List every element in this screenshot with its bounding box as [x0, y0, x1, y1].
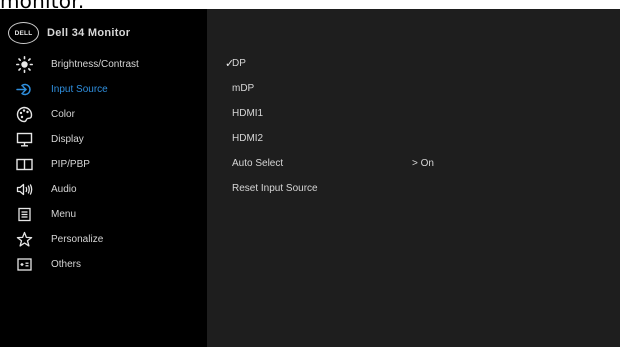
option-label: HDMI1 — [232, 107, 264, 119]
menu-item-label: Color — [51, 109, 75, 120]
option-label: mDP — [232, 82, 255, 94]
option-hdmi1[interactable]: HDMI1 — [207, 103, 620, 123]
brightness-icon — [16, 56, 33, 73]
option-mdp[interactable]: mDP — [207, 78, 620, 98]
menu-item-label: Input Source — [51, 84, 108, 95]
menu-item-input-source[interactable]: Input Source — [0, 77, 207, 102]
option-label: Reset Input Source — [232, 182, 318, 194]
osd-menu: Brightness/Contrast Input Source Color D… — [0, 52, 207, 277]
menu-item-label: Menu — [51, 209, 77, 220]
menu-item-pip-pbp[interactable]: PIP/PBP — [0, 152, 207, 177]
pip-pbp-icon — [16, 156, 33, 173]
audio-icon — [16, 181, 33, 198]
osd-sidebar: DELL Dell 34 Monitor Brightness/Contrast — [0, 9, 207, 347]
color-palette-icon — [16, 106, 33, 123]
menu-item-label: Others — [51, 259, 82, 270]
option-label: Auto Select — [232, 157, 284, 169]
menu-item-label: PIP/PBP — [51, 159, 90, 170]
others-icon — [16, 256, 33, 273]
monitor-model: Dell 34 Monitor — [47, 27, 131, 39]
menu-item-color[interactable]: Color — [0, 102, 207, 127]
star-icon — [16, 231, 33, 248]
monitor-osd: DELL Dell 34 Monitor Brightness/Contrast — [0, 9, 620, 347]
menu-item-display[interactable]: Display — [0, 127, 207, 152]
option-label: HDMI2 — [232, 132, 264, 144]
menu-item-menu[interactable]: Menu — [0, 202, 207, 227]
option-reset-input-source[interactable]: Reset Input Source — [207, 178, 620, 198]
menu-item-personalize[interactable]: Personalize — [0, 227, 207, 252]
menu-item-label: Personalize — [51, 234, 104, 245]
option-dp[interactable]: ✓ DP — [207, 53, 620, 73]
menu-item-label: Brightness/Contrast — [51, 59, 139, 70]
option-auto-select[interactable]: Auto Select > On — [207, 153, 620, 173]
menu-item-others[interactable]: Others — [0, 252, 207, 277]
auto-select-value: > On — [412, 157, 434, 169]
menu-item-audio[interactable]: Audio — [0, 177, 207, 202]
dell-logo: DELL — [8, 22, 39, 44]
menu-item-label: Audio — [51, 184, 77, 195]
menu-item-label: Display — [51, 134, 84, 145]
menu-item-brightness-contrast[interactable]: Brightness/Contrast — [0, 52, 207, 77]
option-label: DP — [232, 57, 246, 69]
option-hdmi2[interactable]: HDMI2 — [207, 128, 620, 148]
input-source-panel: ✓ DP mDP HDMI1 HDMI2 Auto Select > On Re… — [207, 9, 620, 347]
osd-brand: DELL Dell 34 Monitor — [8, 22, 130, 44]
display-icon — [16, 131, 33, 148]
menu-icon — [16, 206, 33, 223]
input-source-icon — [16, 81, 33, 98]
